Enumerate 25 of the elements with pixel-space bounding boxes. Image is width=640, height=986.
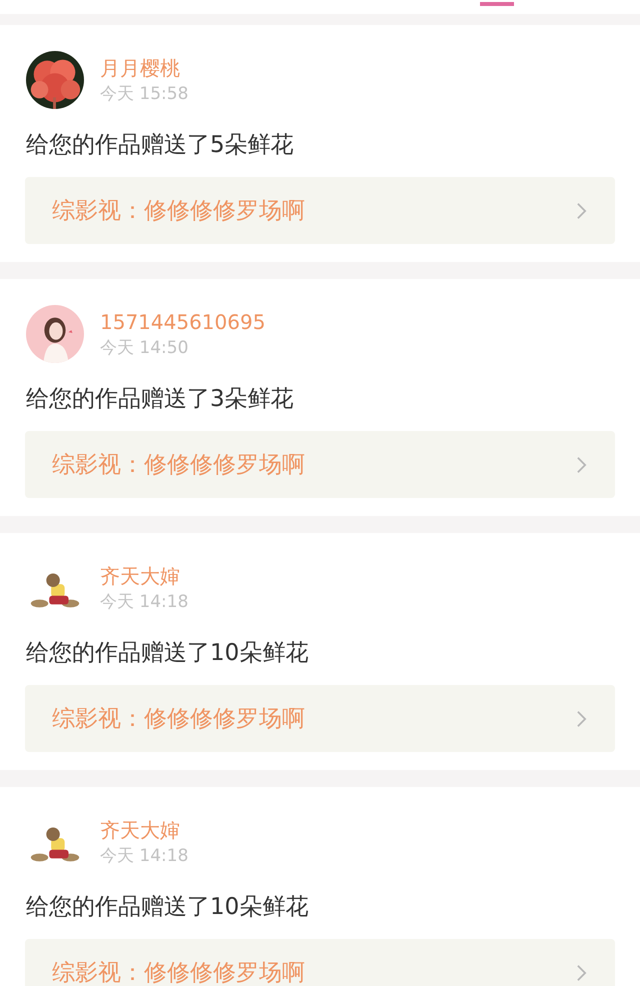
work-title: 综影视：修修修修罗场啊 [52, 959, 305, 986]
message-text: 给您的作品赠送了10朵鲜花 [26, 639, 310, 668]
message-text: 给您的作品赠送了5朵鲜花 [26, 131, 295, 160]
chevron-right-icon [576, 456, 587, 474]
timestamp: 今天 14:18 [100, 591, 188, 613]
timestamp: 今天 14:18 [100, 845, 188, 867]
chevron-right-icon [576, 964, 587, 982]
chevron-right-icon [576, 202, 587, 220]
work-link[interactable]: 综影视：修修修修罗场啊 [25, 939, 615, 986]
user-name[interactable]: 1571445610695 [100, 309, 266, 335]
work-link[interactable]: 综影视：修修修修罗场啊 [25, 431, 615, 498]
work-title: 综影视：修修修修罗场啊 [52, 451, 305, 480]
user-name[interactable]: 月月樱桃 [100, 55, 188, 81]
timestamp: 今天 14:50 [100, 337, 190, 359]
work-title: 综影视：修修修修罗场啊 [52, 197, 305, 226]
message-text: 给您的作品赠送了10朵鲜花 [26, 893, 310, 922]
work-link[interactable]: 综影视：修修修修罗场啊 [25, 685, 615, 752]
user-name[interactable]: 齐天大婶 [100, 563, 188, 589]
chevron-right-icon [576, 710, 587, 728]
timestamp: 今天 15:58 [100, 83, 188, 105]
message-text: 给您的作品赠送了3朵鲜花 [26, 385, 295, 414]
work-link[interactable]: 综影视：修修修修罗场啊 [25, 177, 615, 244]
user-name[interactable]: 齐天大婶 [100, 817, 188, 843]
work-title: 综影视：修修修修罗场啊 [52, 705, 305, 734]
tab-indicator [480, 2, 514, 6]
